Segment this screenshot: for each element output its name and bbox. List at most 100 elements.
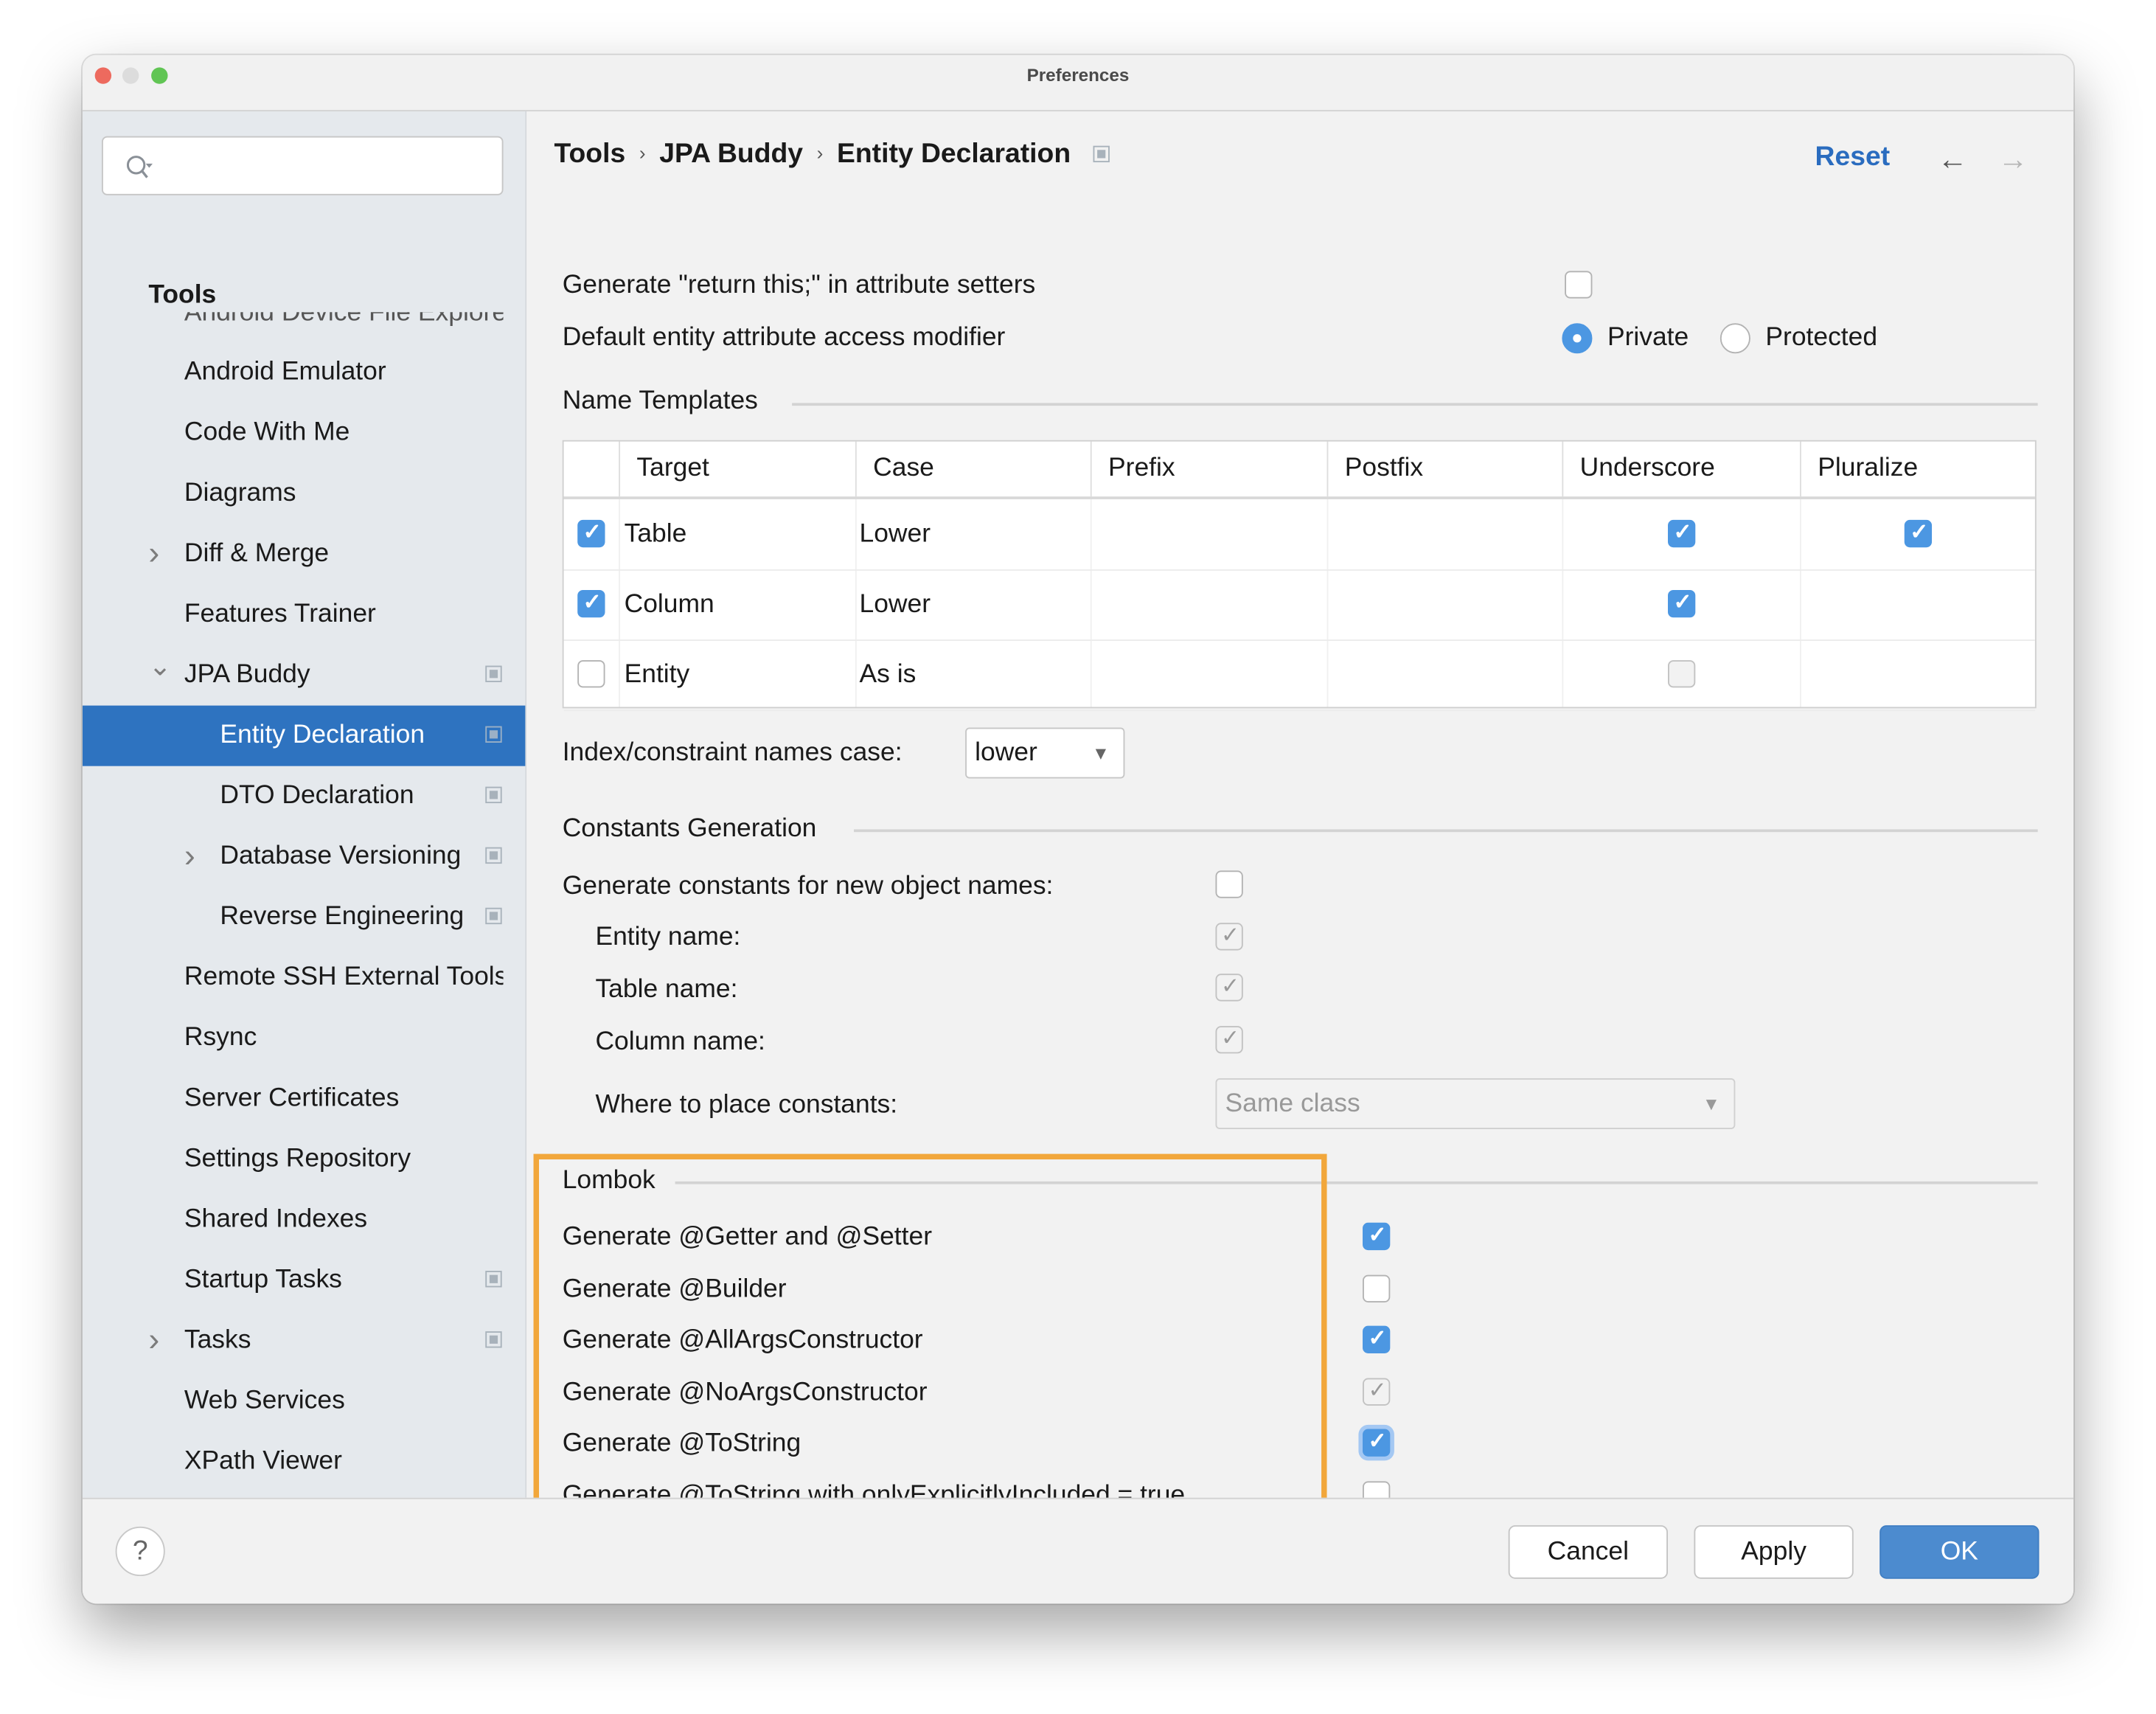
sidebar-item-label: Tasks (184, 1325, 251, 1355)
case-cell[interactable]: Lower (860, 499, 931, 569)
project-settings-icon (485, 907, 502, 925)
chevron-right-icon[interactable]: › (148, 1311, 167, 1371)
sidebar-item-jpa-buddy[interactable]: ⌄ JPA Buddy (83, 645, 525, 706)
underscore-checkbox[interactable] (1668, 518, 1696, 548)
lombok-option-checkbox[interactable] (1363, 1376, 1391, 1406)
sidebar-item-shared-indexes[interactable]: Shared Indexes (83, 1190, 525, 1250)
sidebar-item-android-emulator[interactable]: Android Emulator (83, 342, 525, 403)
row-enabled-checkbox[interactable] (577, 589, 605, 618)
project-settings-icon (485, 1271, 502, 1288)
chevron-right-icon[interactable]: › (148, 524, 167, 584)
index-case-label: Index/constraint names case: (562, 738, 903, 768)
project-settings-icon (485, 726, 502, 743)
lombok-option-checkbox[interactable] (1363, 1274, 1391, 1302)
target-cell[interactable]: Entity (625, 639, 690, 709)
place-constants-label: Where to place constants: (595, 1090, 898, 1120)
index-case-dropdown[interactable]: lower ▼ (965, 727, 1125, 779)
project-settings-icon (485, 665, 502, 682)
sidebar-item-label: Remote SSH External Tools (184, 962, 504, 992)
target-cell[interactable]: Table (625, 499, 687, 569)
return-this-label: Generate "return this;" in attribute set… (562, 271, 1036, 300)
sidebar-item-diff-merge[interactable]: › Diff & Merge (83, 524, 525, 584)
column-name-label: Column name: (595, 1027, 765, 1057)
underscore-checkbox[interactable] (1668, 660, 1696, 688)
name-templates-title: Name Templates (562, 386, 758, 416)
sidebar-item-features-trainer[interactable]: Features Trainer (83, 585, 525, 645)
reset-button[interactable]: Reset (1815, 142, 1891, 173)
sidebar-item-code-with-me[interactable]: Code With Me (83, 403, 525, 463)
column-header-postfix: Postfix (1326, 441, 1562, 497)
sidebar-item-database-versioning[interactable]: › Database Versioning (83, 827, 525, 887)
settings-search-input[interactable] (101, 136, 504, 195)
breadcrumb-jpa-buddy[interactable]: JPA Buddy (659, 139, 803, 169)
index-case-value: lower (975, 738, 1037, 768)
sidebar-item-dto-declaration[interactable]: DTO Declaration (83, 766, 525, 827)
column-header-enabled (564, 442, 619, 497)
case-cell[interactable]: As is (860, 639, 917, 709)
protected-radio[interactable] (1719, 323, 1750, 354)
sidebar-item-startup-tasks[interactable]: Startup Tasks (83, 1250, 525, 1311)
row-enabled-checkbox[interactable] (577, 660, 605, 688)
name-templates-table: Target Case Prefix Postfix Underscore Plurali… (562, 440, 2037, 712)
column-name-checkbox[interactable] (1215, 1024, 1243, 1054)
sidebar-item-reverse-engineering[interactable]: Reverse Engineering (83, 887, 525, 948)
table-row[interactable]: Column Lower (563, 569, 2035, 641)
sidebar-item-label: Entity Declaration (220, 721, 425, 750)
table-row[interactable]: Entity As is (563, 639, 2035, 712)
underscore-checkbox[interactable] (1668, 589, 1696, 618)
private-radio[interactable] (1562, 323, 1593, 354)
generate-constants-checkbox[interactable] (1215, 870, 1243, 898)
back-arrow-icon[interactable]: ← (1938, 142, 1968, 177)
sidebar-item-label: Code With Me (184, 417, 350, 448)
chevron-right-icon[interactable]: › (184, 827, 204, 887)
lombok-option-checkbox[interactable] (1363, 1325, 1391, 1354)
lombok-option-checkbox[interactable] (1363, 1221, 1391, 1251)
sidebar-item-server-certificates[interactable]: Server Certificates (83, 1069, 525, 1129)
column-header-prefix: Prefix (1090, 441, 1327, 497)
ok-button[interactable]: OK (1879, 1525, 2039, 1579)
apply-button[interactable]: Apply (1694, 1525, 1854, 1579)
table-name-checkbox[interactable] (1215, 972, 1243, 1002)
sidebar-item-rsync[interactable]: Rsync (83, 1008, 525, 1069)
sidebar-item-entity-declaration[interactable]: Entity Declaration (82, 705, 526, 766)
sidebar-item-diagrams[interactable]: Diagrams (83, 463, 525, 524)
sidebar-item-xpath-viewer[interactable]: XPath Viewer (83, 1432, 525, 1492)
project-settings-icon (485, 1331, 502, 1348)
stage: Preferences Tools Android Device File Ex… (0, 0, 2156, 1714)
cancel-button[interactable]: Cancel (1508, 1525, 1669, 1579)
help-button[interactable]: ? (115, 1526, 165, 1577)
protected-radio-label[interactable]: Protected (1765, 323, 1877, 353)
column-header-underscore: Underscore (1562, 441, 1800, 497)
sidebar-item-label: JPA Buddy (184, 660, 310, 690)
place-constants-dropdown[interactable]: Same class ▼ (1215, 1078, 1736, 1130)
pluralize-checkbox[interactable] (1904, 518, 1933, 548)
sidebar-item-label: Shared Indexes (184, 1204, 368, 1234)
return-this-checkbox[interactable] (1565, 271, 1593, 299)
sidebar-item-web-services[interactable]: Web Services (83, 1371, 525, 1432)
row-enabled-checkbox[interactable] (577, 518, 605, 548)
sidebar-item-settings-repository[interactable]: Settings Repository (83, 1129, 525, 1190)
table-row[interactable]: Table Lower (563, 499, 2035, 571)
sidebar-item-remote-ssh-external-tools[interactable]: Remote SSH External Tools (83, 948, 525, 1008)
breadcrumb-tools[interactable]: Tools (554, 139, 626, 169)
project-settings-icon (1092, 145, 1110, 163)
settings-sidebar: Tools Android Device File Explorer Andro… (82, 111, 527, 1535)
private-radio-label[interactable]: Private (1607, 323, 1689, 353)
sidebar-item-label: XPath Viewer (184, 1446, 342, 1476)
search-icon (126, 156, 153, 178)
column-header-target: Target (619, 441, 855, 497)
forward-arrow-icon[interactable]: → (1998, 142, 2028, 177)
dialog-footer: ? Cancel Apply OK (82, 1497, 2074, 1604)
sidebar-item-label: DTO Declaration (220, 781, 414, 811)
preferences-window: Preferences Tools Android Device File Ex… (82, 55, 2074, 1604)
target-cell[interactable]: Column (625, 569, 714, 639)
sidebar-item-tasks[interactable]: › Tasks (83, 1311, 525, 1371)
lombok-option-checkbox[interactable] (1363, 1428, 1391, 1457)
generate-constants-label: Generate constants for new object names: (562, 872, 1054, 901)
sidebar-item-label: Diff & Merge (184, 539, 330, 569)
entity-name-checkbox[interactable] (1215, 921, 1243, 951)
title-bar: Preferences (82, 55, 2074, 112)
chevron-down-icon[interactable]: ⌄ (148, 636, 171, 697)
sidebar-item-label: Rsync (184, 1023, 257, 1052)
case-cell[interactable]: Lower (860, 569, 931, 639)
